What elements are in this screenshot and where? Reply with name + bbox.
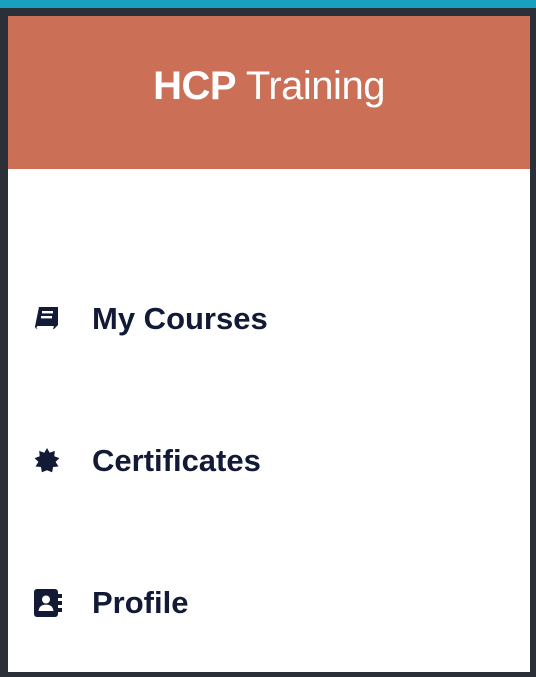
book-icon [32, 301, 68, 337]
nav-item-profile[interactable]: Profile [32, 581, 188, 625]
nav-item-certificates[interactable]: Certificates [32, 439, 261, 483]
nav-item-my-courses[interactable]: My Courses [32, 297, 268, 341]
nav-item-label: Certificates [92, 443, 261, 478]
badge-icon [32, 443, 68, 479]
brand-strong-text: HCP [153, 64, 237, 108]
sidebar-header: HCP Training [8, 16, 530, 169]
nav-item-label: My Courses [92, 301, 268, 336]
top-accent-bar [0, 0, 536, 8]
nav-item-label: Profile [92, 585, 189, 620]
app-brand-title: HCP Training [153, 64, 385, 109]
sidebar-panel: HCP Training My Courses Certificates Pro… [8, 16, 530, 672]
contact-card-icon [32, 585, 68, 621]
brand-rest-text: Training [245, 64, 386, 108]
